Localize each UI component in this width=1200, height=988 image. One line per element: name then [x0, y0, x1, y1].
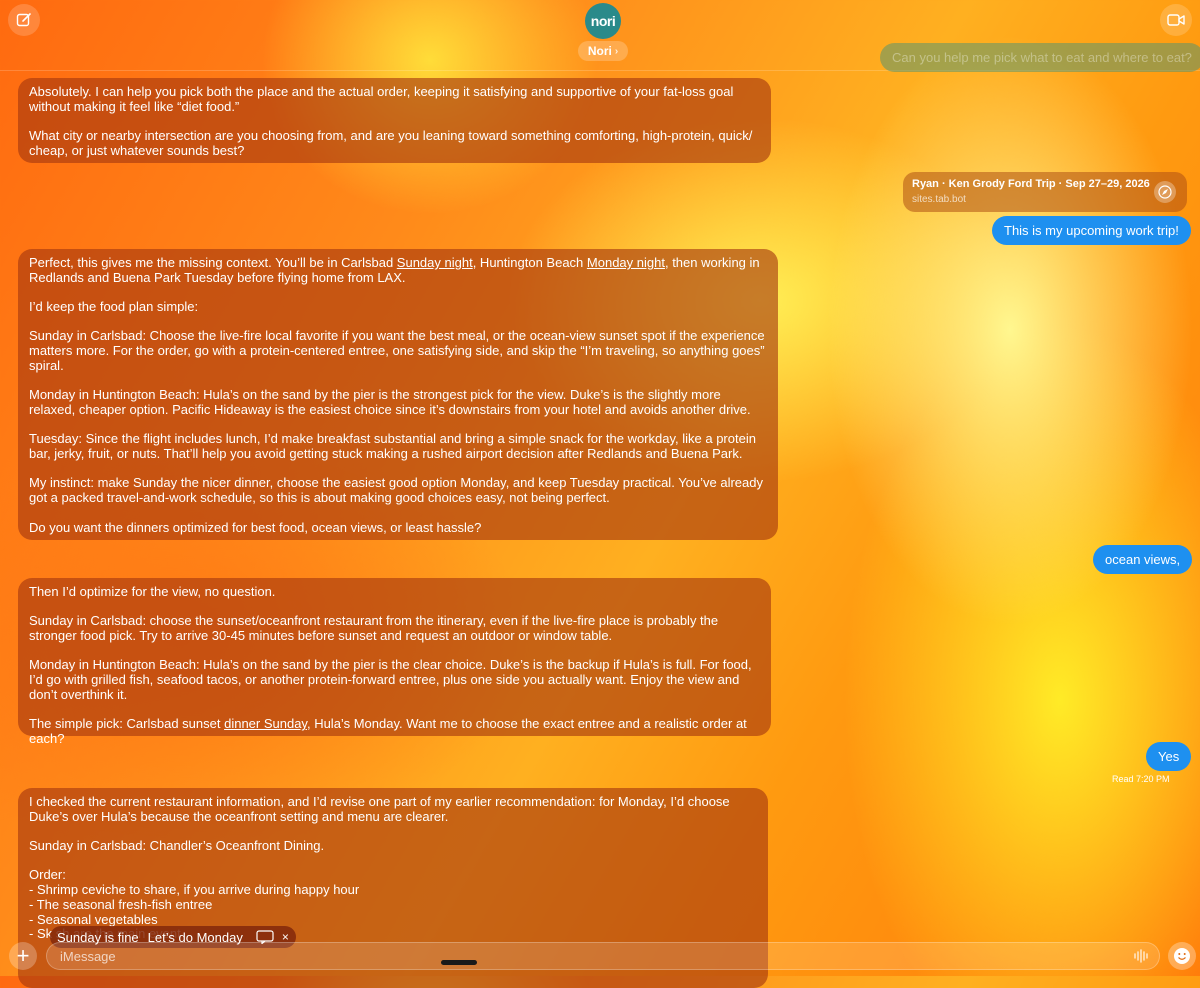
outgoing-message[interactable]: ocean views,	[1093, 545, 1193, 574]
date-link[interactable]: Sunday night	[397, 255, 473, 270]
message-paragraph: My instinct: make Sunday the nicer dinne…	[29, 475, 763, 506]
message-paragraph: Tuesday: Since the flight includes lunch…	[29, 431, 756, 462]
message-paragraph: Sunday in Carlsbad: Choose the live-fire…	[29, 328, 765, 373]
outgoing-message[interactable]: Yes	[1146, 742, 1192, 771]
message-paragraph: I’d keep the food plan simple:	[29, 299, 199, 315]
link-preview-card[interactable]: Ryan · Ken Grody Ford Trip · Sep 27–29, …	[903, 172, 1187, 212]
contact-name-label: Nori	[587, 44, 612, 58]
message-paragraph: Perfect, this gives me the missing conte…	[29, 255, 760, 285]
message-paragraph: Monday in Huntington Beach: Hula’s on th…	[29, 657, 752, 702]
message-paragraph: Absolutely. I can help you pick both the…	[29, 84, 734, 114]
message-paragraph: What city or nearby intersection are you…	[29, 128, 753, 158]
emoji-button[interactable]	[1168, 942, 1196, 970]
compose-button[interactable]	[8, 4, 40, 36]
contact-name-button[interactable]: Nori ›	[578, 41, 628, 61]
compass-icon	[1154, 181, 1176, 203]
incoming-message[interactable]: Then I’d optimize for the view, no quest…	[18, 578, 771, 746]
date-link[interactable]: Monday night	[587, 255, 665, 270]
incoming-message[interactable]: Perfect, this gives me the missing conte…	[18, 249, 778, 540]
outgoing-message[interactable]: Can you help me pick what to eat and whe…	[880, 43, 1200, 72]
chevron-right-icon: ›	[614, 45, 619, 57]
video-camera-icon	[1167, 14, 1185, 26]
message-paragraph: Do you want the dinners optimized for be…	[29, 519, 482, 535]
read-receipt: Read 7:20 PM	[1112, 774, 1170, 784]
date-link[interactable]: dinner Sunday	[224, 716, 307, 731]
message-paragraph: Sunday in Carlsbad: choose the sunset/oc…	[29, 613, 719, 644]
message-paragraph: The simple pick: Carlsbad sunset dinner …	[29, 716, 747, 746]
message-input[interactable]: iMessage	[46, 942, 1160, 970]
waveform-icon[interactable]	[1133, 949, 1149, 963]
incoming-message[interactable]: Absolutely. I can help you pick both the…	[18, 78, 771, 163]
message-paragraph: I checked the current restaurant informa…	[29, 794, 730, 824]
video-call-button[interactable]	[1160, 4, 1192, 36]
message-paragraph: Then I’d optimize for the view, no quest…	[29, 584, 276, 599]
contact-avatar[interactable]: nori	[585, 3, 621, 39]
home-indicator	[441, 960, 477, 965]
link-title: Ryan · Ken Grody Ford Trip · Sep 27–29, …	[912, 178, 1150, 190]
outgoing-message[interactable]: This is my upcoming work trip!	[992, 216, 1191, 245]
message-input-placeholder: iMessage	[60, 949, 116, 964]
message-paragraph: Monday in Huntington Beach: Hula’s on th…	[29, 387, 751, 417]
message-paragraph: Sunday in Carlsbad: Chandler’s Oceanfron…	[29, 838, 325, 854]
compose-icon	[16, 13, 31, 27]
link-site: sites.tab.bot	[912, 194, 966, 205]
smiley-icon	[1174, 948, 1190, 964]
add-attachment-button[interactable]: +	[9, 942, 37, 970]
